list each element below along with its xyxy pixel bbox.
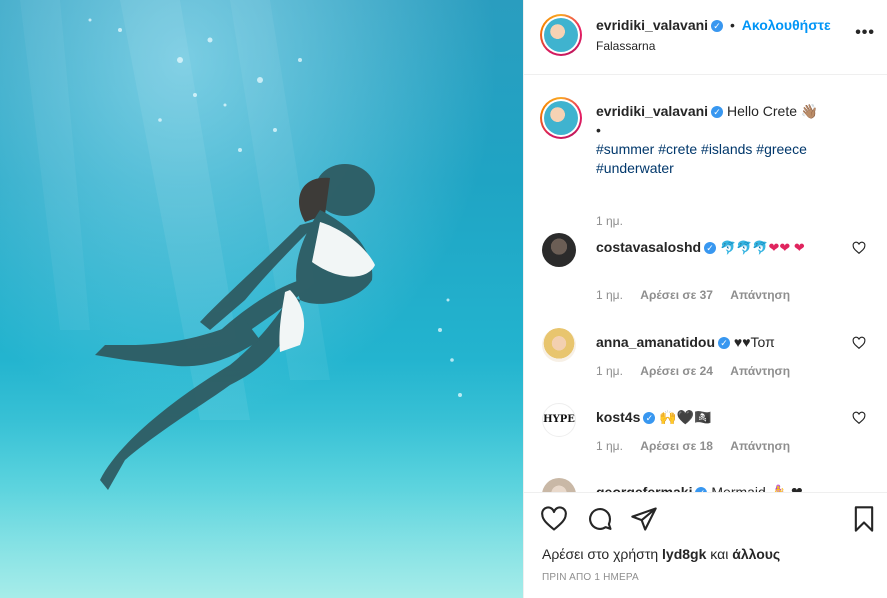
liked-user-link[interactable]: lyd8gk [662, 546, 706, 562]
liked-others-link[interactable]: άλλους [732, 546, 780, 562]
comment-time[interactable]: 1 ημ. [596, 364, 623, 378]
comment-likes[interactable]: Αρέσει σε 18 [640, 439, 713, 453]
bookmark-icon[interactable] [850, 505, 878, 533]
comment-likes[interactable]: Αρέσει σε 37 [640, 288, 713, 302]
comment-avatar-hype-logo[interactable]: HYPE [542, 403, 576, 437]
heart-icon[interactable] [540, 505, 568, 533]
comment-text: ♥♥Τοπ [733, 334, 775, 350]
post-actions: Αρέσει στο χρήστη lyd8gk και άλλους ΠΡΙΝ… [524, 492, 887, 598]
post-panel: evridiki_valavani ✓ • Ακολουθήστε Falassa… [523, 0, 887, 598]
caption-body: evridiki_valavani ✓ Hello Crete 👋🏽 • #sum… [596, 102, 866, 178]
verified-icon: ✓ [711, 20, 724, 32]
underwater-photo [0, 0, 523, 598]
caption-time[interactable]: 1 ημ. [596, 214, 623, 228]
reply-button[interactable]: Απάντηση [730, 439, 790, 453]
verified-icon: ✓ [718, 337, 731, 349]
caption-bullet: • [596, 122, 601, 138]
post-header: evridiki_valavani ✓ • Ακολουθήστε Falassa… [524, 0, 887, 75]
caption-text: Hello Crete 👋🏽 [726, 103, 819, 119]
location-link[interactable]: Falassarna [596, 39, 655, 53]
comment-time[interactable]: 1 ημ. [596, 439, 623, 453]
likes-prefix: Αρέσει στο χρήστη [542, 546, 659, 562]
header-name-row: evridiki_valavani ✓ • Ακολουθήστε [596, 17, 831, 33]
comment-avatar[interactable] [542, 233, 576, 267]
comment-heart-icon[interactable] [852, 336, 866, 350]
comment-text-row: kost4s ✓ 🙌🖤🏴‍☠️ [596, 408, 836, 427]
verified-icon: ✓ [711, 106, 724, 118]
comment-username[interactable]: kost4s [596, 409, 640, 425]
comment-meta: 1 ημ. Αρέσει σε 18 Απάντηση [596, 439, 804, 453]
share-icon[interactable] [630, 505, 658, 533]
comment-username[interactable]: costavasaloshd [596, 239, 701, 255]
caption-avatar[interactable] [540, 97, 582, 139]
comment-icon[interactable] [586, 505, 614, 533]
likes-and: και [710, 546, 729, 562]
follow-button[interactable]: Ακολουθήστε [742, 17, 831, 33]
comment-text: 🙌🖤🏴‍☠️ [659, 409, 712, 425]
comment-heart-icon[interactable] [852, 411, 866, 425]
comment-username[interactable]: georgefermaki [596, 484, 692, 492]
comment-likes[interactable]: Αρέσει σε 24 [640, 364, 713, 378]
caption-username[interactable]: evridiki_valavani [596, 103, 708, 119]
post-timestamp[interactable]: ΠΡΙΝ ΑΠΟ 1 ΗΜΕΡΑ [542, 572, 639, 583]
comment-text: Mermaid 🧜‍♀️ ❤ [711, 484, 803, 492]
comment-username[interactable]: anna_amanatidou [596, 334, 715, 350]
comment-avatar[interactable] [542, 478, 576, 492]
verified-icon: ✓ [643, 412, 656, 424]
comment-heart-icon[interactable] [852, 241, 866, 255]
more-icon[interactable]: ••• [855, 24, 875, 42]
comment-avatar[interactable] [542, 328, 576, 362]
comment-text-row: costavasaloshd ✓ 🐬🐬🐬❤❤ ❤ [596, 238, 836, 257]
reply-button[interactable]: Απάντηση [730, 288, 790, 302]
author-avatar[interactable] [540, 14, 582, 56]
separator-dot: • [729, 17, 735, 33]
caption-hashtags[interactable]: #summer #crete #islands #greece #underwa… [596, 141, 807, 176]
likes-summary: Αρέσει στο χρήστη lyd8gk και άλλους [542, 546, 780, 562]
post-photo[interactable] [0, 0, 523, 598]
comment-text: 🐬🐬🐬❤❤ ❤ [719, 240, 805, 255]
reply-button[interactable]: Απάντηση [730, 364, 790, 378]
comments-list[interactable]: evridiki_valavani ✓ Hello Crete 👋🏽 • #sum… [524, 75, 887, 492]
comment-meta: 1 ημ. Αρέσει σε 24 Απάντηση [596, 364, 804, 378]
comment-meta: 1 ημ. Αρέσει σε 37 Απάντηση [596, 288, 804, 302]
comment-time[interactable]: 1 ημ. [596, 288, 623, 302]
author-username[interactable]: evridiki_valavani [596, 17, 708, 33]
comment-text-row: georgefermaki✓ Mermaid 🧜‍♀️ ❤ [596, 483, 836, 492]
comment-text-row: anna_amanatidou ✓ ♥♥Τοπ [596, 333, 836, 352]
verified-icon: ✓ [704, 242, 717, 254]
